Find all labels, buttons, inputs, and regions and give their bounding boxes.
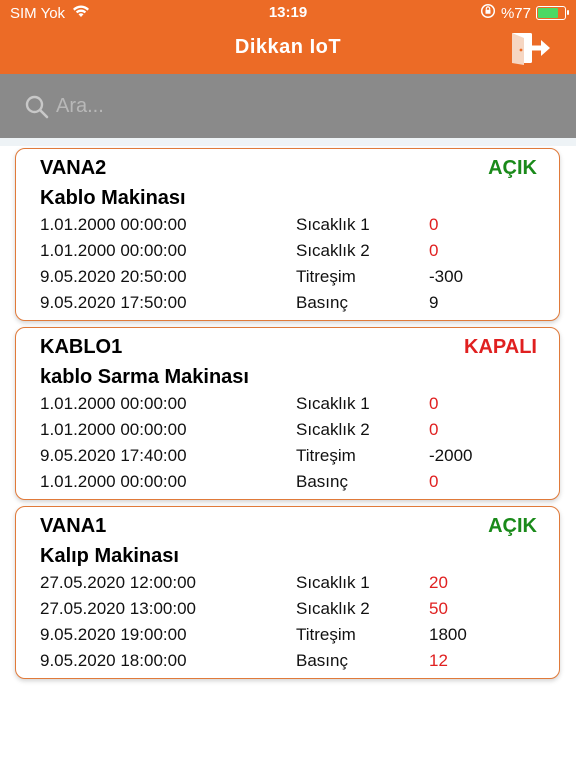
device-card[interactable]: VANA1 AÇIK Kalıp Makinası 27.05.2020 12:00:…	[15, 506, 560, 679]
machine-name: kablo Sarma Makinası	[40, 366, 249, 388]
sensor-row: 27.05.2020 12:00:00 Sıcaklık 1 20	[40, 573, 540, 597]
sensor-label: Sıcaklık 2	[296, 420, 370, 439]
sensor-timestamp: 1.01.2000 00:00:00	[40, 215, 187, 234]
status-right: %77	[480, 3, 569, 23]
sensor-value: -2000	[429, 446, 473, 465]
status-bar: SIM Yok 13:19 %77	[0, 0, 576, 24]
sensor-timestamp: 1.01.2000 00:00:00	[40, 394, 187, 413]
machine-name: Kalıp Makinası	[40, 545, 179, 567]
sensor-value: 50	[429, 599, 448, 618]
sensor-timestamp: 9.05.2020 17:40:00	[40, 446, 187, 465]
sensor-value: 20	[429, 573, 448, 592]
sensor-label: Basınç	[296, 293, 348, 312]
sensor-row: 9.05.2020 18:00:00 Basınç 12	[40, 651, 540, 675]
sensor-value: 0	[429, 215, 439, 234]
page-title: Dikkan IoT	[234, 36, 342, 58]
sensor-value: -300	[429, 267, 464, 286]
sensor-timestamp: 1.01.2000 00:00:00	[40, 420, 187, 439]
device-name: VANA1	[40, 515, 107, 537]
orientation-lock-icon	[480, 3, 496, 23]
sensor-timestamp: 9.05.2020 18:00:00	[40, 651, 187, 670]
battery-icon	[536, 6, 569, 20]
device-state-badge: KAPALI	[464, 336, 537, 358]
sensor-label: Sıcaklık 1	[296, 215, 370, 234]
sensor-label: Titreşim	[296, 267, 356, 286]
sensor-value: 0	[429, 394, 439, 413]
logout-button[interactable]	[508, 30, 552, 66]
search-input[interactable]	[56, 88, 536, 124]
sensor-value: 1800	[429, 625, 467, 644]
sensor-timestamp: 27.05.2020 13:00:00	[40, 599, 196, 618]
search-icon	[24, 94, 50, 120]
battery-percent: %77	[500, 4, 531, 22]
device-card[interactable]: VANA2 AÇIK Kablo Makinası 1.01.2000 00:00:0…	[15, 148, 560, 321]
sensor-timestamp: 1.01.2000 00:00:00	[40, 241, 187, 260]
sensor-row: 1.01.2000 00:00:00 Sıcaklık 1 0	[40, 215, 540, 239]
device-state-badge: AÇIK	[488, 515, 537, 537]
sensor-value: 12	[429, 651, 448, 670]
machine-name: Kablo Makinası	[40, 187, 186, 209]
device-name: KABLO1	[40, 336, 123, 358]
sensor-label: Sıcaklık 1	[296, 573, 370, 592]
sensor-row: 27.05.2020 13:00:00 Sıcaklık 2 50	[40, 599, 540, 623]
battery-level	[538, 8, 559, 18]
sensor-label: Sıcaklık 2	[296, 599, 370, 618]
sensor-value: 0	[429, 420, 439, 439]
sensor-timestamp: 27.05.2020 12:00:00	[40, 573, 196, 592]
app-header: SIM Yok 13:19 %77 Dikkan IoT	[0, 0, 576, 74]
sensor-label: Titreşim	[296, 625, 356, 644]
sensor-row: 1.01.2000 00:00:00 Sıcaklık 2 0	[40, 420, 540, 444]
sensor-timestamp: 9.05.2020 17:50:00	[40, 293, 187, 312]
list-top-divider	[0, 138, 576, 146]
sensor-row: 9.05.2020 17:40:00 Titreşim -2000	[40, 446, 540, 470]
logout-icon	[512, 33, 550, 65]
sensor-row: 9.05.2020 17:50:00 Basınç 9	[40, 293, 540, 317]
device-name: VANA2	[40, 157, 107, 179]
sensor-timestamp: 9.05.2020 20:50:00	[40, 267, 187, 286]
sensor-value: 0	[429, 472, 439, 491]
device-state-badge: AÇIK	[488, 157, 537, 179]
sensor-row: 1.01.2000 00:00:00 Basınç 0	[40, 472, 540, 496]
sensor-row: 9.05.2020 19:00:00 Titreşim 1800	[40, 625, 540, 649]
sensor-row: 1.01.2000 00:00:00 Sıcaklık 1 0	[40, 394, 540, 418]
sensor-row: 1.01.2000 00:00:00 Sıcaklık 2 0	[40, 241, 540, 265]
sensor-value: 0	[429, 241, 439, 260]
sensor-label: Basınç	[296, 651, 348, 670]
sensor-label: Sıcaklık 2	[296, 241, 370, 260]
search-bar	[0, 74, 576, 138]
sensor-label: Sıcaklık 1	[296, 394, 370, 413]
sensor-label: Titreşim	[296, 446, 356, 465]
sensor-label: Basınç	[296, 472, 348, 491]
sensor-timestamp: 9.05.2020 19:00:00	[40, 625, 187, 644]
sensor-row: 9.05.2020 20:50:00 Titreşim -300	[40, 267, 540, 291]
device-card[interactable]: KABLO1 KAPALI kablo Sarma Makinası 1.01.200…	[15, 327, 560, 500]
sensor-timestamp: 1.01.2000 00:00:00	[40, 472, 187, 491]
sensor-value: 9	[429, 293, 439, 312]
